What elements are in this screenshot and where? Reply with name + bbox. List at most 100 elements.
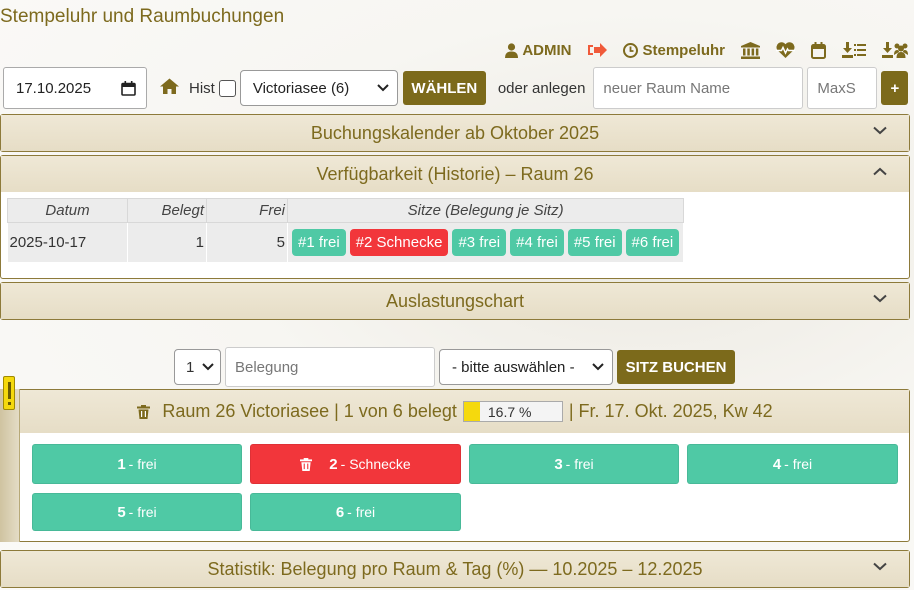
room-select[interactable]: Victoriasee (6)	[239, 70, 398, 106]
person-select[interactable]: - bitte auswählen -	[439, 349, 613, 385]
cell-belegt: 1	[127, 222, 207, 262]
seat-tile-number: 3	[554, 455, 563, 473]
home-button[interactable]	[160, 78, 179, 98]
calendar-panel-header[interactable]: Buchungskalender ab Oktober 2025	[1, 115, 909, 151]
booking-row: 1 Belegung - bitte auswählen - SITZ BUCH…	[174, 347, 735, 387]
room-panel-header: Raum 26 Victoriasee | 1 von 6 belegt 16.…	[1, 390, 909, 433]
seat-tile-4[interactable]: 4- frei	[687, 444, 898, 484]
warning-mark-dot	[8, 402, 11, 405]
logout-icon	[588, 43, 608, 57]
new-room-input[interactable]: neuer Raum Name	[593, 67, 804, 109]
room-summary: Raum 26 Victoriasee | 1 von 6 belegt	[162, 401, 457, 421]
chevron-down-icon	[873, 294, 887, 303]
table-row: 2025-10-17 1 5 #1 frei #2 Schnecke #3 frei…	[7, 222, 685, 262]
chevron-down-icon	[873, 562, 887, 571]
download-list-icon	[842, 42, 866, 58]
seat-tile-text: - frei	[128, 504, 157, 520]
chevron-down-icon	[202, 363, 214, 371]
download-list-link[interactable]	[842, 42, 866, 58]
download-users-link[interactable]	[882, 42, 908, 58]
seat-tile-2[interactable]: 2- Schnecke	[250, 444, 461, 484]
calendar-link[interactable]	[811, 41, 826, 59]
hist-label: Hist	[189, 79, 215, 97]
seat-badge-5: #5 frei	[567, 228, 622, 256]
trash-icon[interactable]	[137, 404, 151, 419]
chart-panel: Auslastungschart	[0, 282, 910, 320]
seat-tile-text: - frei	[347, 504, 376, 520]
seat-tile-5[interactable]: 5- frei	[32, 493, 242, 531]
seat-tile-text: - frei	[784, 456, 813, 472]
room-date: | Fr. 17. Okt. 2025, Kw 42	[568, 401, 773, 421]
stempeluhr-label: Stempeluhr	[642, 41, 725, 59]
seat-badge-6: #6 frei	[625, 228, 680, 256]
user-icon	[505, 42, 519, 58]
date-input[interactable]: 17.10.2025	[3, 67, 147, 109]
seat-number-select[interactable]: 1	[174, 349, 221, 385]
calendar-panel-title: Buchungskalender ab Oktober 2025	[310, 122, 600, 143]
cell-datum: 2025-10-17	[7, 222, 128, 262]
control-row: 17.10.2025 Hist Victoriasee (6) WÄHLEN o…	[3, 67, 909, 109]
belegung-input[interactable]: Belegung	[225, 347, 435, 387]
date-value: 17.10.2025	[16, 79, 92, 97]
history-panel: Verfügbarkeit (Historie) – Raum 26 Datum…	[0, 155, 910, 279]
seat-tile-number: 4	[772, 455, 782, 473]
room-panel-sidebar	[0, 389, 20, 542]
room-select-value: Victoriasee (6)	[252, 79, 350, 97]
chevron-down-icon	[377, 84, 389, 92]
history-panel-header[interactable]: Verfügbarkeit (Historie) – Raum 26	[1, 156, 909, 192]
occupancy-label: 16.7 %	[487, 403, 532, 420]
occupancy-progress-fill	[463, 402, 481, 421]
stempeluhr-link[interactable]: Stempeluhr	[623, 42, 725, 59]
add-room-button[interactable]: +	[881, 71, 909, 105]
home-icon	[160, 78, 179, 94]
stats-panel-title: Statistik: Belegung pro Raum & Tag (%) —…	[207, 558, 703, 579]
history-panel-title: Verfügbarkeit (Historie) – Raum 26	[316, 163, 594, 184]
choose-button[interactable]: WÄHLEN	[402, 71, 486, 105]
chart-panel-header[interactable]: Auslastungschart	[1, 283, 909, 319]
warning-mark-line	[8, 382, 11, 399]
col-datum: Datum	[7, 198, 128, 223]
hist-checkbox[interactable]	[218, 79, 236, 97]
col-belegt: Belegt	[127, 198, 207, 223]
history-table: Datum Belegt Frei Sitze (Belegung je Sit…	[7, 198, 904, 262]
hist-toggle[interactable]: Hist	[189, 79, 236, 97]
book-seat-button[interactable]: SITZ BUCHEN	[617, 350, 735, 384]
heartbeat-icon	[776, 42, 795, 58]
seat-tile-6[interactable]: 6- frei	[250, 493, 461, 531]
or-create-label: oder anlegen	[497, 79, 586, 97]
seat-badge-3: #3 frei	[452, 228, 507, 256]
logout-button[interactable]	[587, 42, 608, 58]
download-users-icon	[882, 42, 908, 58]
chevron-up-icon	[873, 167, 887, 176]
seat-number-value: 1	[186, 358, 195, 376]
person-select-value: - bitte auswählen -	[452, 358, 575, 376]
seat-tile-text: - frei	[128, 456, 157, 472]
page-title: Stempeluhr und Raumbuchungen	[0, 6, 285, 27]
calendar-picker-icon[interactable]	[121, 80, 136, 96]
seat-badge-1: #1 frei	[292, 228, 346, 256]
warning-marker	[3, 376, 15, 410]
cell-frei: 5	[206, 222, 288, 262]
chevron-down-icon	[592, 363, 604, 371]
stats-panel-header[interactable]: Statistik: Belegung pro Raum & Tag (%) —…	[1, 551, 909, 587]
seat-tile-1[interactable]: 1- frei	[32, 444, 242, 484]
cell-sitze: #1 frei #2 Schnecke #3 frei #4 frei #5 frei #…	[287, 222, 685, 262]
seat-tile-3[interactable]: 3- frei	[469, 444, 679, 484]
trash-icon[interactable]	[300, 457, 313, 471]
bank-link[interactable]	[741, 41, 760, 59]
seat-tile-number: 6	[335, 503, 345, 521]
admin-link[interactable]: ADMIN	[505, 42, 571, 59]
stats-panel: Statistik: Belegung pro Raum & Tag (%) —…	[0, 550, 910, 588]
seat-badge-2: #2 Schnecke	[349, 228, 449, 256]
seat-tile-number: 2	[329, 455, 338, 473]
admin-label: ADMIN	[522, 41, 572, 59]
seat-tile-number: 5	[117, 503, 126, 521]
room-panel: Raum 26 Victoriasee | 1 von 6 belegt 16.…	[0, 389, 910, 542]
max-seats-input[interactable]: MaxS	[807, 67, 878, 109]
occupancy-progress: 16.7 %	[462, 401, 563, 422]
col-sitze: Sitze (Belegung je Sitz)	[286, 198, 685, 223]
clock-icon	[623, 42, 639, 58]
heartbeat-link[interactable]	[776, 42, 795, 58]
bank-icon	[741, 41, 760, 59]
seat-tile-text: - frei	[565, 456, 594, 472]
